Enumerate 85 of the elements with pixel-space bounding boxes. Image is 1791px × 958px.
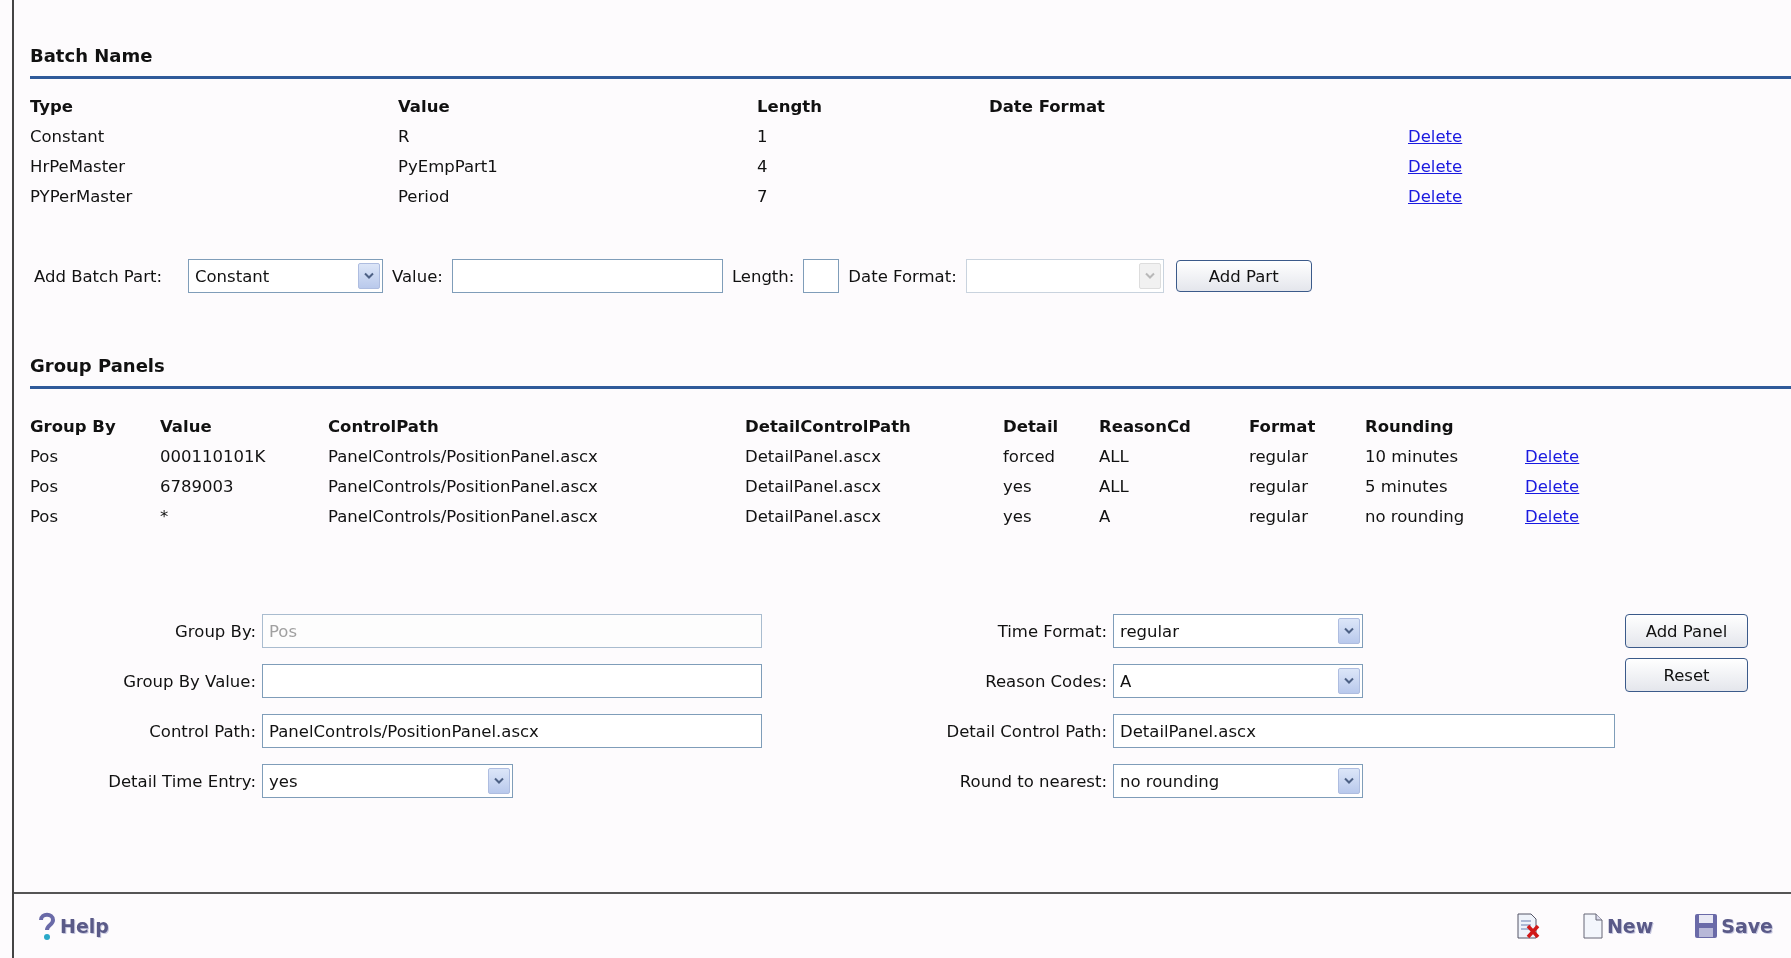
- question-mark-icon: [36, 910, 58, 942]
- table-cell-text: DetailPanel.ascx: [745, 507, 882, 527]
- new-button[interactable]: New: [1580, 912, 1654, 940]
- column-header: Detail: [1003, 417, 1060, 437]
- table-cell-text: ALL: [1099, 447, 1130, 467]
- column-header: DetailControlPath: [745, 417, 912, 437]
- table-cell-text: DetailPanel.ascx: [745, 447, 882, 467]
- dropdown[interactable]: regular: [1113, 614, 1363, 648]
- column-header: Length: [757, 97, 823, 117]
- delete-document-icon: [1514, 912, 1541, 940]
- table-cell-text: no rounding: [1365, 507, 1466, 527]
- table-cell-text: 5 minutes: [1365, 477, 1449, 497]
- field-label: Add Batch Part:: [34, 266, 162, 286]
- column-header: ControlPath: [328, 417, 440, 437]
- add-part-button[interactable]: Add Part: [1175, 260, 1312, 292]
- table-cell-text: regular: [1249, 477, 1309, 497]
- field-label: Detail Time Entry:: [108, 771, 256, 791]
- section-heading: Group Panels: [30, 355, 1791, 389]
- table-cell-text: Constant: [30, 127, 106, 147]
- document-icon: [1580, 912, 1605, 940]
- column-header: Value: [160, 417, 213, 437]
- dropdown[interactable]: A: [1113, 664, 1363, 698]
- table-cell-text: 1: [757, 127, 769, 147]
- table-cell-text: PanelControls/PositionPanel.ascx: [328, 507, 599, 527]
- table-cell-text: forced: [1003, 447, 1057, 467]
- table-cell-text: 10 minutes: [1365, 447, 1460, 467]
- field-label: Time Format:: [997, 621, 1107, 641]
- field-label: Date Format:: [848, 266, 957, 286]
- column-header: ReasonCd: [1099, 417, 1192, 437]
- delete-link[interactable]: Delete: [1408, 157, 1463, 177]
- table-cell-text: Pos: [30, 507, 60, 527]
- table-cell-text: regular: [1249, 447, 1309, 467]
- table-cell-text: 4: [757, 157, 769, 177]
- field-label: Value:: [392, 266, 443, 286]
- text-field[interactable]: [803, 259, 840, 293]
- table-cell-text: PyEmpPart1: [398, 157, 499, 177]
- table-cell-text: R: [398, 127, 411, 147]
- column-header: Format: [1249, 417, 1317, 437]
- table-cell-text: Pos: [30, 447, 60, 467]
- field-label: Round to nearest:: [959, 771, 1107, 791]
- table-cell-text: Period: [398, 187, 451, 207]
- delete-link[interactable]: Delete: [1525, 477, 1580, 497]
- table-cell-text: PYPerMaster: [30, 187, 134, 207]
- section-heading: Batch Name: [30, 45, 1791, 79]
- form-button[interactable]: Reset: [1625, 658, 1748, 692]
- delete-link[interactable]: Delete: [1408, 187, 1463, 207]
- table-cell-text: 7: [757, 187, 769, 207]
- table-cell-text: yes: [1003, 477, 1033, 497]
- form-button[interactable]: Add Panel: [1625, 614, 1748, 648]
- field-label: Group By:: [175, 621, 256, 641]
- column-header: Type: [30, 97, 75, 117]
- column-header: Group By: [30, 417, 117, 437]
- text-field[interactable]: [262, 664, 762, 698]
- table-cell-text: DetailPanel.ascx: [745, 477, 882, 497]
- table-cell-text: A: [1099, 507, 1112, 527]
- table-cell-text: *: [160, 507, 170, 527]
- text-field[interactable]: PanelControls/PositionPanel.ascx: [262, 714, 762, 748]
- column-header: Date Format: [989, 97, 1106, 117]
- field-label: Reason Codes:: [985, 671, 1107, 691]
- table-cell-text: ALL: [1099, 477, 1130, 497]
- column-header: Value: [398, 97, 451, 117]
- table-cell-text: Pos: [30, 477, 60, 497]
- dropdown[interactable]: Constant: [188, 259, 383, 293]
- dropdown[interactable]: no rounding: [1113, 764, 1363, 798]
- table-cell-text: regular: [1249, 507, 1309, 527]
- table-cell-text: HrPeMaster: [30, 157, 127, 177]
- delete-link[interactable]: Delete: [1525, 447, 1580, 467]
- table-cell-text: 6789003: [160, 477, 235, 497]
- column-header: Rounding: [1365, 417, 1455, 437]
- delete-button[interactable]: [1514, 912, 1541, 940]
- text-field[interactable]: [451, 259, 723, 293]
- table-cell-text: PanelControls/PositionPanel.ascx: [328, 477, 599, 497]
- dropdown[interactable]: yes: [262, 764, 513, 798]
- field-label: Group By Value:: [123, 671, 256, 691]
- delete-link[interactable]: Delete: [1408, 127, 1463, 147]
- field-label: Detail Control Path:: [946, 721, 1107, 741]
- delete-link[interactable]: Delete: [1525, 507, 1580, 527]
- save-button[interactable]: Save: [1693, 912, 1773, 940]
- field-label: Length:: [731, 266, 795, 286]
- help-button[interactable]: Help: [36, 910, 109, 942]
- table-cell-text: 000110101K: [160, 447, 267, 467]
- table-cell-text: PanelControls/PositionPanel.ascx: [328, 447, 599, 467]
- text-field[interactable]: DetailPanel.ascx: [1113, 714, 1615, 748]
- field-label: Control Path:: [149, 721, 256, 741]
- table-cell-text: yes: [1003, 507, 1033, 527]
